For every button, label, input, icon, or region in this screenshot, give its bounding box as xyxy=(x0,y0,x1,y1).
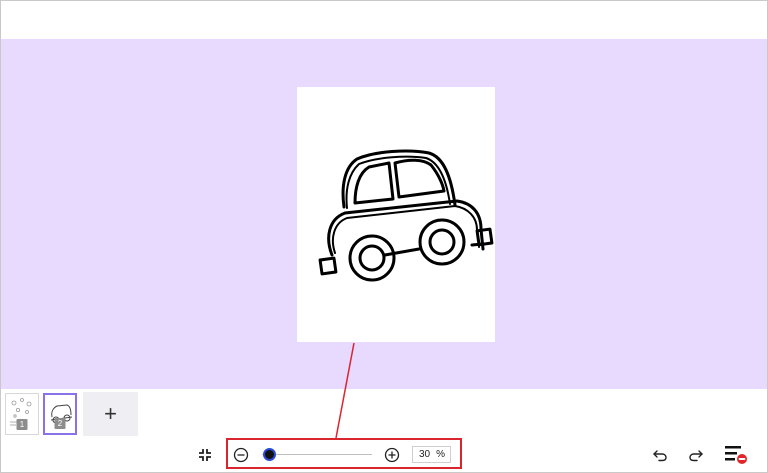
redo-icon[interactable] xyxy=(685,444,707,466)
page-thumbnail-2[interactable]: 2 xyxy=(43,393,77,435)
add-page-button[interactable]: + xyxy=(83,392,138,436)
zoom-value: 30 xyxy=(418,449,431,460)
top-bar xyxy=(1,1,767,39)
undo-icon[interactable] xyxy=(649,444,671,466)
zoom-in-icon[interactable] xyxy=(381,444,403,466)
page-thumbnail-1[interactable]: 1 xyxy=(5,393,39,435)
zoom-slider-track[interactable] xyxy=(262,454,372,455)
coloring-page[interactable] xyxy=(297,87,495,342)
car-drawing xyxy=(318,149,494,282)
zoom-unit: % xyxy=(436,449,445,460)
zoom-out-icon[interactable] xyxy=(230,444,252,466)
zoom-percent-field[interactable]: 30 % xyxy=(412,446,451,463)
collapse-icon[interactable] xyxy=(194,444,216,466)
page-number-badge: 1 xyxy=(16,419,28,430)
zoom-slider-thumb[interactable] xyxy=(263,448,276,461)
page-number-badge: 2 xyxy=(54,418,66,429)
menu-remove-icon[interactable] xyxy=(722,443,750,465)
